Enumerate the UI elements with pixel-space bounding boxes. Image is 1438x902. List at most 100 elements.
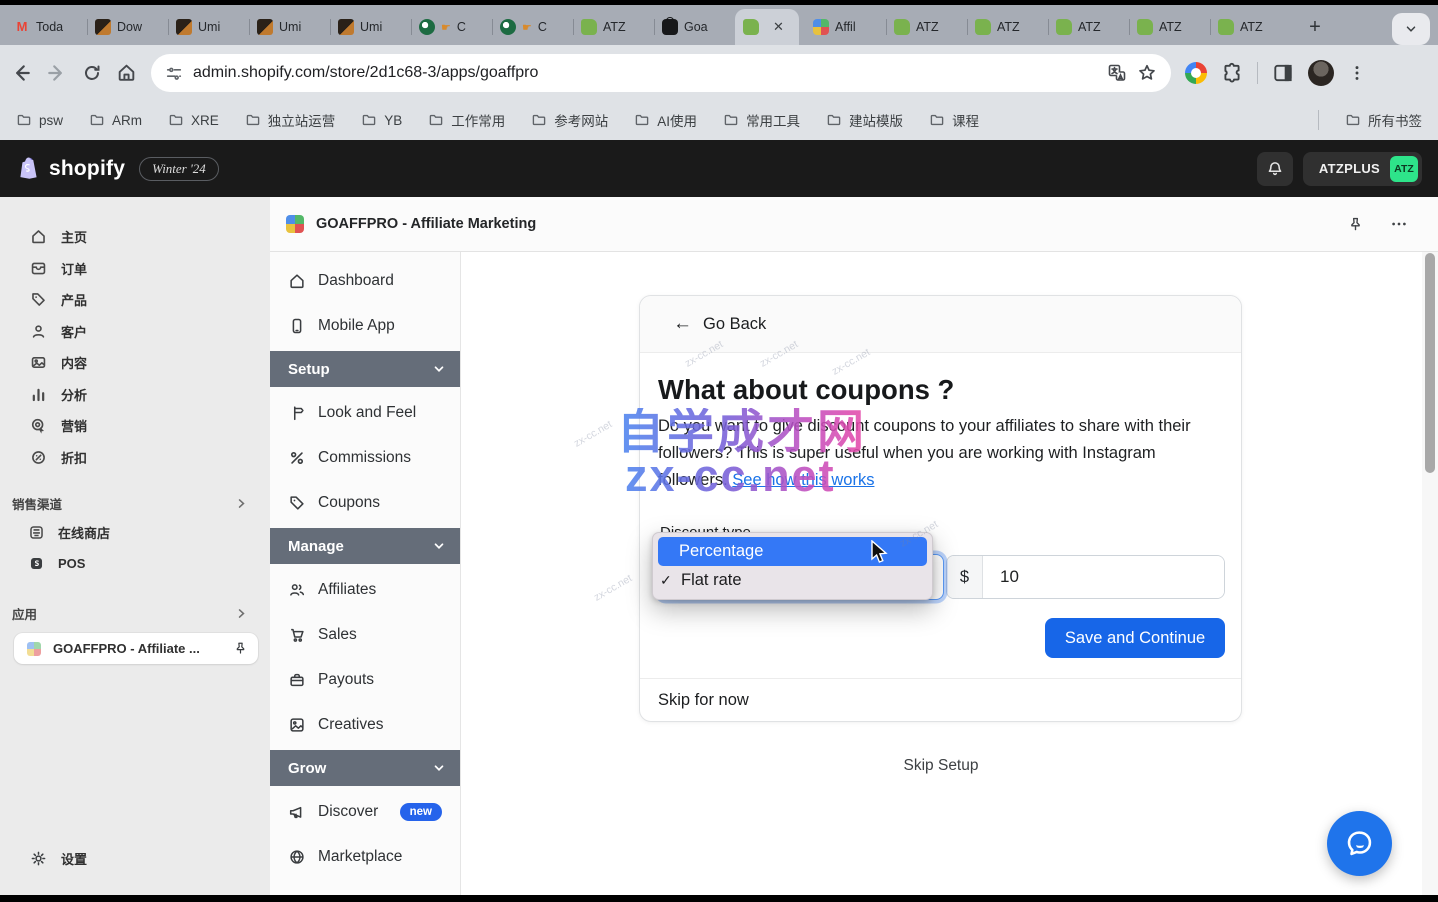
sidebar-item-marketing[interactable]: 营销 <box>0 410 270 442</box>
browser-tab[interactable]: ATZ <box>1048 11 1129 43</box>
all-bookmarks[interactable]: 所有书签 <box>1345 110 1422 130</box>
app-nav-look-and-feel[interactable]: Look and Feel <box>270 390 460 435</box>
shopify-topbar: shopify Winter '24 搜索 ⌘ K ATZPLUS ATZ <box>0 140 1438 197</box>
browser-tab[interactable]: MToda <box>6 11 87 43</box>
app-nav-discover[interactable]: Discover new <box>270 789 460 834</box>
app-nav-section-setup[interactable]: Setup <box>270 351 460 387</box>
bookmark-folder[interactable]: YB <box>361 112 402 128</box>
mouse-cursor <box>868 540 890 566</box>
sidebar-item-discounts[interactable]: 折扣 <box>0 442 270 474</box>
pos-icon <box>28 555 45 572</box>
bookmark-folder[interactable]: 工作常用 <box>428 110 505 130</box>
notifications-button[interactable] <box>1257 152 1293 186</box>
browser-tab[interactable]: Umi <box>168 11 249 43</box>
browser-tab[interactable]: ATZ <box>573 11 654 43</box>
discount-value-group: $ <box>946 555 1225 599</box>
people-icon <box>288 581 306 599</box>
see-how-link[interactable]: See how this works <box>732 471 874 489</box>
sidebar-item-pos[interactable]: POS <box>0 548 270 579</box>
app-nav-section-grow[interactable]: Grow <box>270 750 460 786</box>
extension-logo-icon[interactable] <box>1185 62 1207 84</box>
window-bottom-edge <box>0 895 1438 902</box>
browser-toolbar: admin.shopify.com/store/2d1c68-3/apps/go… <box>0 45 1438 100</box>
content-scrollbar-thumb[interactable] <box>1425 253 1435 473</box>
browser-tab-active[interactable]: ✕ <box>735 9 799 45</box>
app-nav-section-manage[interactable]: Manage <box>270 528 460 564</box>
bookmark-folder[interactable]: 独立站运营 <box>245 110 336 130</box>
app-nav-marketplace[interactable]: Marketplace <box>270 834 460 879</box>
bookmark-folder[interactable]: AI使用 <box>634 110 697 130</box>
browser-tab[interactable]: Dow <box>87 11 168 43</box>
app-nav-commissions[interactable]: Commissions <box>270 435 460 480</box>
browser-tab[interactable]: ATZ <box>967 11 1048 43</box>
forward-icon[interactable] <box>46 62 68 84</box>
bookmark-folder[interactable]: psw <box>16 112 63 128</box>
app-nav-dashboard[interactable]: Dashboard <box>270 258 460 303</box>
tab-search-button[interactable] <box>1392 13 1430 45</box>
sidebar-section-apps[interactable]: 应用 <box>0 599 270 627</box>
folder-icon <box>89 112 105 128</box>
chat-widget-button[interactable] <box>1327 811 1392 876</box>
release-badge[interactable]: Winter '24 <box>139 157 219 181</box>
browser-profile-avatar[interactable] <box>1308 60 1334 86</box>
app-nav-creatives[interactable]: Creatives <box>270 702 460 747</box>
sidebar-item-settings[interactable]: 设置 <box>0 843 270 874</box>
sidebar-item-home[interactable]: 主页 <box>0 221 270 253</box>
reload-icon[interactable] <box>82 63 102 83</box>
dropdown-option-flat-rate[interactable]: ✓ Flat rate <box>658 566 927 595</box>
browser-tab[interactable]: ATZ <box>1210 11 1291 43</box>
shopify-logo[interactable]: shopify <box>16 155 125 182</box>
browser-tab[interactable]: ☛C <box>411 11 492 43</box>
bookmark-star-icon[interactable] <box>1137 63 1157 83</box>
bookmark-folder[interactable]: 常用工具 <box>723 110 800 130</box>
app-nav-affiliates[interactable]: Affiliates <box>270 567 460 612</box>
sidebar-item-customers[interactable]: 客户 <box>0 316 270 348</box>
app-nav-sales[interactable]: Sales <box>270 612 460 657</box>
browser-tab[interactable]: ☛C <box>492 11 573 43</box>
back-icon[interactable] <box>10 62 32 84</box>
discount-value-input[interactable] <box>983 556 1224 598</box>
pin-icon[interactable] <box>1347 216 1364 233</box>
address-bar[interactable]: admin.shopify.com/store/2d1c68-3/apps/go… <box>151 54 1171 92</box>
save-and-continue-button[interactable]: Save and Continue <box>1045 618 1225 658</box>
shopify-icon <box>894 19 910 35</box>
sidebar-item-orders[interactable]: 订单 <box>0 253 270 285</box>
app-nav-mobile-app[interactable]: Mobile App <box>270 303 460 348</box>
bookmark-folder[interactable]: XRE <box>168 112 219 128</box>
site-settings-icon[interactable] <box>165 64 183 82</box>
browser-tab[interactable]: ATZ <box>886 11 967 43</box>
sidebar-item-goaffpro-app[interactable]: GOAFFPRO - Affiliate ... <box>14 633 258 664</box>
payout-icon <box>288 671 306 689</box>
sidebar-item-online-store[interactable]: 在线商店 <box>0 517 270 548</box>
sidebar-section-sales-channels[interactable]: 销售渠道 <box>0 489 270 517</box>
home-icon <box>30 228 47 245</box>
shopify-icon <box>975 19 991 35</box>
translate-icon[interactable] <box>1107 63 1127 83</box>
browser-tab[interactable]: Goa <box>654 11 735 43</box>
sidebar-item-analytics[interactable]: 分析 <box>0 379 270 411</box>
bookmarks-divider <box>1318 110 1319 130</box>
bookmark-folder[interactable]: 参考网站 <box>531 110 608 130</box>
sidebar-item-products[interactable]: 产品 <box>0 284 270 316</box>
bookmark-folder[interactable]: ARm <box>89 112 142 128</box>
skip-setup-link[interactable]: Skip Setup <box>461 757 1421 775</box>
app-nav-payouts[interactable]: Payouts <box>270 657 460 702</box>
browser-tab[interactable]: ATZ <box>1129 11 1210 43</box>
sidebar-item-content[interactable]: 内容 <box>0 347 270 379</box>
skip-for-now-link[interactable]: Skip for now <box>640 678 1241 722</box>
new-tab-button[interactable]: + <box>1301 16 1329 39</box>
more-options-icon[interactable] <box>1390 215 1408 233</box>
go-back-button[interactable]: ← Go Back <box>640 296 1241 353</box>
home-icon[interactable] <box>116 62 137 83</box>
extensions-puzzle-icon[interactable] <box>1221 62 1243 84</box>
bookmark-folder[interactable]: 建站模版 <box>826 110 903 130</box>
browser-tab[interactable]: Umi <box>249 11 330 43</box>
menu-dots-icon[interactable] <box>1348 64 1366 82</box>
app-nav-coupons[interactable]: Coupons <box>270 480 460 525</box>
account-menu[interactable]: ATZPLUS ATZ <box>1303 152 1422 186</box>
browser-tab[interactable]: Umi <box>330 11 411 43</box>
bookmark-folder[interactable]: 课程 <box>929 110 979 130</box>
browser-tab[interactable]: Affil <box>805 11 886 43</box>
close-icon[interactable]: ✕ <box>773 19 784 35</box>
side-panel-icon[interactable] <box>1272 62 1294 84</box>
